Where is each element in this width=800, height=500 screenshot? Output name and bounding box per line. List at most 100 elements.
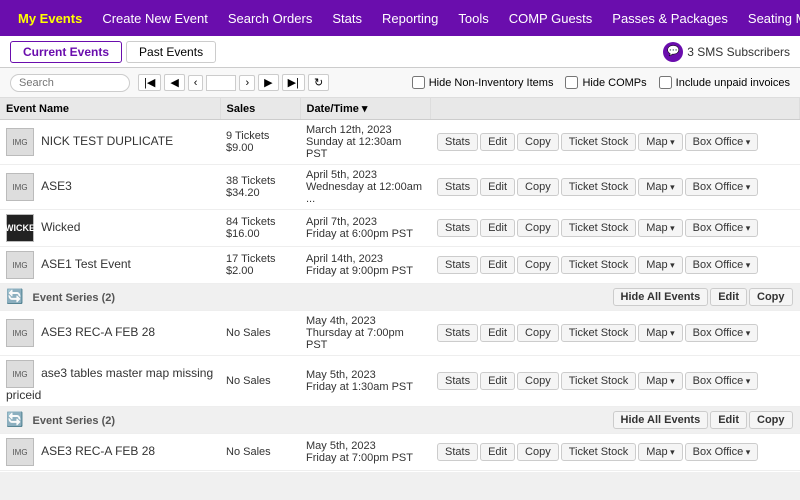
hide-comps-check[interactable]: Hide COMPs	[565, 76, 646, 89]
action-stats-button[interactable]: Stats	[437, 256, 478, 274]
action-map-button[interactable]: Map	[638, 178, 682, 196]
sales-amount: $34.20	[226, 187, 260, 199]
event-name[interactable]: NICK TEST DUPLICATE	[41, 134, 173, 148]
include-unpaid-check[interactable]: Include unpaid invoices	[659, 76, 790, 89]
action-stats-button[interactable]: Stats	[437, 219, 478, 237]
include-unpaid-checkbox[interactable]	[659, 76, 672, 89]
action-stats-button[interactable]: Stats	[437, 324, 478, 342]
search-input[interactable]	[10, 74, 130, 92]
action-edit-button[interactable]: Edit	[480, 372, 515, 390]
action-box-office-button[interactable]: Box Office	[685, 133, 759, 151]
hide-non-inventory-check[interactable]: Hide Non-Inventory Items	[412, 76, 554, 89]
action-map-button[interactable]: Map	[638, 219, 682, 237]
series-action-edit[interactable]: Edit	[710, 411, 747, 429]
action-box-office-button[interactable]: Box Office	[685, 443, 759, 461]
action-ticket-stock-button[interactable]: Ticket Stock	[561, 256, 637, 274]
action-stats-button[interactable]: Stats	[437, 178, 478, 196]
sales-cell: No Sales	[220, 434, 300, 471]
nav-passes-packages[interactable]: Passes & Packages	[602, 3, 738, 34]
nav-reporting[interactable]: Reporting	[372, 3, 448, 34]
nav-search-orders[interactable]: Search Orders	[218, 3, 323, 34]
sales-cell: No Sales	[220, 356, 300, 407]
action-ticket-stock-button[interactable]: Ticket Stock	[561, 443, 637, 461]
action-edit-button[interactable]: Edit	[480, 443, 515, 461]
page-number-input[interactable]: 1	[206, 75, 236, 91]
hide-non-inventory-checkbox[interactable]	[412, 76, 425, 89]
sub-header: Current Events Past Events 💬 3 SMS Subsc…	[0, 36, 800, 68]
hide-comps-checkbox[interactable]	[565, 76, 578, 89]
event-name[interactable]: ASE3	[41, 179, 72, 193]
nav-my-events[interactable]: My Events	[8, 3, 92, 34]
action-copy-button[interactable]: Copy	[517, 372, 559, 390]
action-map-button[interactable]: Map	[638, 372, 682, 390]
series-action-copy[interactable]: Copy	[749, 288, 793, 306]
event-date: April 14th, 2023	[306, 253, 383, 265]
toolbar: |◀ ◀ ‹ 1 › ▶ ▶| ↻ Hide Non-Inventory Ite…	[0, 68, 800, 98]
next-page-button[interactable]: ▶	[258, 74, 278, 91]
action-stats-button[interactable]: Stats	[437, 133, 478, 151]
nav-create-new-event[interactable]: Create New Event	[92, 3, 218, 34]
series-action-hide-all-events[interactable]: Hide All Events	[613, 411, 709, 429]
prev-page-button[interactable]: ◀	[164, 74, 184, 91]
prev-button[interactable]: ‹	[188, 75, 204, 91]
action-edit-button[interactable]: Edit	[480, 178, 515, 196]
action-ticket-stock-button[interactable]: Ticket Stock	[561, 372, 637, 390]
action-map-button[interactable]: Map	[638, 133, 682, 151]
event-name[interactable]: ase3 tables master map missing priceid	[6, 366, 213, 402]
action-ticket-stock-button[interactable]: Ticket Stock	[561, 219, 637, 237]
table-row: IMG Shipping + Backend Sale calc bug 43 …	[0, 471, 800, 473]
event-icon: IMG	[6, 173, 34, 201]
action-copy-button[interactable]: Copy	[517, 133, 559, 151]
action-ticket-stock-button[interactable]: Ticket Stock	[561, 324, 637, 342]
event-name[interactable]: ASE1 Test Event	[41, 257, 131, 271]
tab-current-events[interactable]: Current Events	[10, 41, 122, 63]
include-unpaid-label: Include unpaid invoices	[676, 77, 790, 89]
event-icon: WICKE	[6, 214, 34, 242]
action-edit-button[interactable]: Edit	[480, 256, 515, 274]
action-map-button[interactable]: Map	[638, 256, 682, 274]
tab-past-events[interactable]: Past Events	[126, 41, 216, 63]
action-copy-button[interactable]: Copy	[517, 219, 559, 237]
event-name[interactable]: ASE3 REC-A FEB 28	[41, 444, 155, 458]
event-icon: IMG	[6, 438, 34, 466]
action-copy-button[interactable]: Copy	[517, 324, 559, 342]
action-box-office-button[interactable]: Box Office	[685, 219, 759, 237]
action-box-office-button[interactable]: Box Office	[685, 372, 759, 390]
action-ticket-stock-button[interactable]: Ticket Stock	[561, 133, 637, 151]
nav-tools[interactable]: Tools	[448, 3, 498, 34]
nav-stats[interactable]: Stats	[322, 3, 372, 34]
action-box-office-button[interactable]: Box Office	[685, 178, 759, 196]
action-map-button[interactable]: Map	[638, 324, 682, 342]
action-ticket-stock-button[interactable]: Ticket Stock	[561, 178, 637, 196]
action-box-office-button[interactable]: Box Office	[685, 324, 759, 342]
table-row: IMG NICK TEST DUPLICATE 9 Tickets$9.00Ma…	[0, 120, 800, 165]
nav-comp-guests[interactable]: COMP Guests	[499, 3, 603, 34]
action-map-button[interactable]: Map	[638, 443, 682, 461]
tickets-count: 84 Tickets	[226, 216, 276, 228]
event-name[interactable]: Wicked	[41, 220, 80, 234]
action-stats-button[interactable]: Stats	[437, 443, 478, 461]
action-edit-button[interactable]: Edit	[480, 324, 515, 342]
next-button[interactable]: ›	[239, 75, 255, 91]
action-copy-button[interactable]: Copy	[517, 178, 559, 196]
action-copy-button[interactable]: Copy	[517, 256, 559, 274]
pagination: |◀ ◀ ‹ 1 › ▶ ▶| ↻	[138, 74, 329, 91]
series-action-edit[interactable]: Edit	[710, 288, 747, 306]
action-box-office-button[interactable]: Box Office	[685, 256, 759, 274]
series-action-hide-all-events[interactable]: Hide All Events	[613, 288, 709, 306]
sales-cell: 84 Tickets$16.00	[220, 210, 300, 247]
col-header-date[interactable]: Date/Time ▾	[300, 98, 430, 120]
action-edit-button[interactable]: Edit	[480, 133, 515, 151]
series-action-copy[interactable]: Copy	[749, 411, 793, 429]
refresh-button[interactable]: ↻	[308, 74, 329, 91]
action-copy-button[interactable]: Copy	[517, 443, 559, 461]
nav-seating-maps[interactable]: Seating Maps	[738, 3, 800, 34]
last-page-button[interactable]: ▶|	[282, 74, 305, 91]
action-stats-button[interactable]: Stats	[437, 372, 478, 390]
event-name[interactable]: ASE3 REC-A FEB 28	[41, 325, 155, 339]
action-edit-button[interactable]: Edit	[480, 219, 515, 237]
events-table: Event Name Sales Date/Time ▾ IMG NICK TE…	[0, 98, 800, 472]
date-cell: May 5th, 2023Friday at 1:30am PST	[300, 356, 430, 407]
first-page-button[interactable]: |◀	[138, 74, 161, 91]
hide-non-inventory-label: Hide Non-Inventory Items	[429, 77, 554, 89]
